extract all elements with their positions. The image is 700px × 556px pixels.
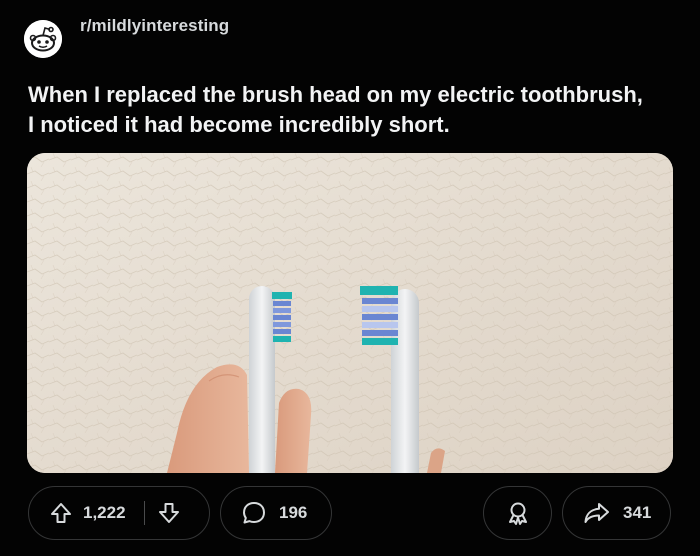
share-button[interactable]: 341 — [562, 486, 671, 540]
award-button[interactable] — [483, 486, 552, 540]
subreddit-name[interactable]: r/mildlyinteresting — [80, 16, 229, 36]
post-title-line-2: I noticed it had become incredibly short… — [28, 112, 450, 137]
award-ribbon-icon — [505, 500, 531, 526]
post-card: r/mildlyinteresting When I replaced the … — [0, 0, 700, 556]
post-title-line-1: When I replaced the brush head on my ele… — [28, 82, 643, 107]
share-count: 341 — [623, 503, 652, 522]
action-bar: 1,222 196 341 — [0, 486, 700, 542]
post-title[interactable]: When I replaced the brush head on my ele… — [28, 80, 688, 140]
speech-bubble-icon — [241, 500, 267, 526]
arrow-up-icon[interactable] — [49, 501, 73, 525]
reddit-snoo-icon[interactable] — [24, 20, 62, 58]
post-image[interactable] — [27, 153, 673, 473]
comments-button[interactable]: 196 — [220, 486, 332, 540]
comment-count: 196 — [279, 503, 308, 522]
vote-divider — [143, 501, 145, 525]
upvote-count: 1,222 — [83, 503, 126, 522]
vote-control: 1,222 — [28, 486, 210, 540]
arrow-down-icon[interactable] — [157, 501, 181, 525]
share-arrow-icon — [583, 501, 611, 525]
post-header: r/mildlyinteresting — [24, 14, 229, 58]
